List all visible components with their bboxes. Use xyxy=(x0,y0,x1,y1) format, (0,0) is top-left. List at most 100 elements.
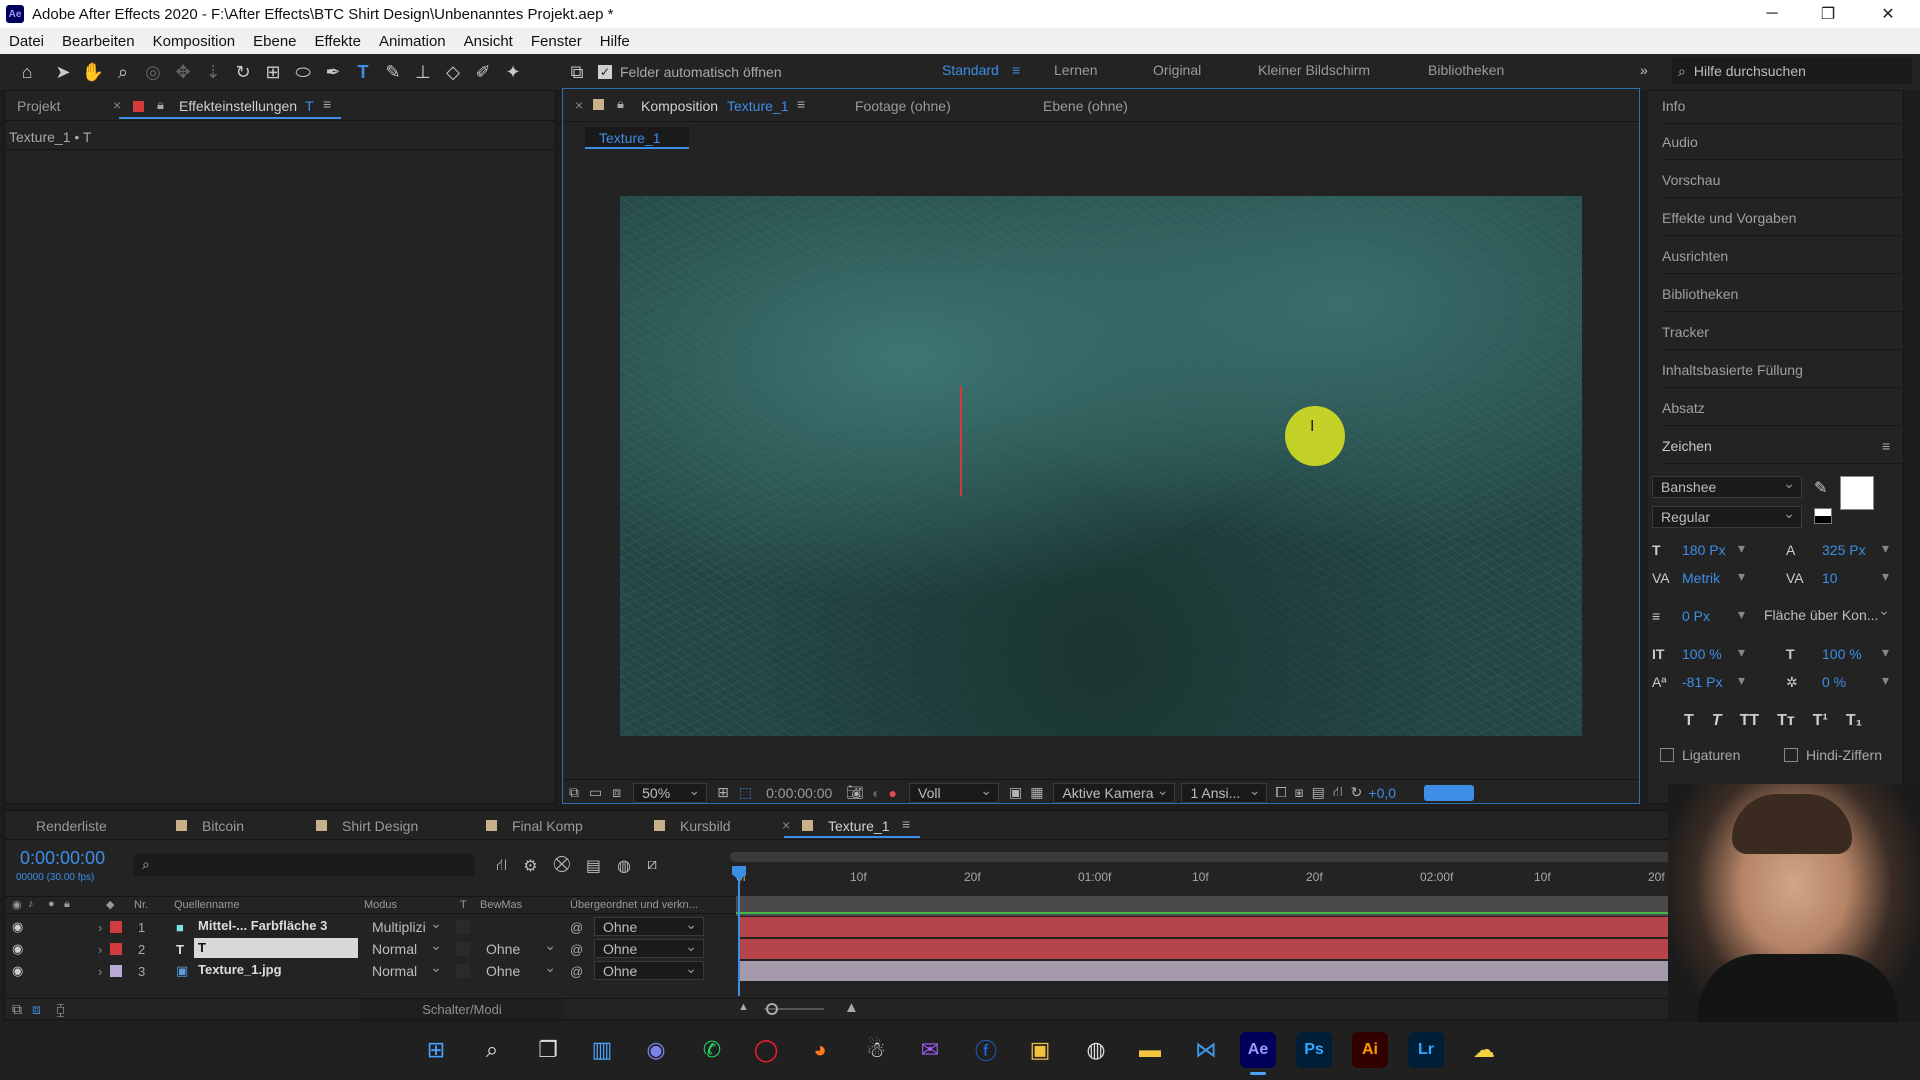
tab-renderliste[interactable]: Renderliste xyxy=(36,818,107,834)
windows-start-icon[interactable]: ⊞ xyxy=(416,1030,456,1070)
tracking-dropdown-icon[interactable]: ▾ xyxy=(1882,568,1889,585)
after-effects-icon[interactable]: Ae xyxy=(1240,1032,1276,1068)
vertical-scale-value[interactable]: 100 % xyxy=(1682,646,1722,662)
baseline-shift-value[interactable]: -81 Px xyxy=(1682,674,1722,690)
audio-column-icon[interactable]: ♪ xyxy=(28,898,34,910)
layer-row[interactable]: ◉ › 1 ■ Mittel-... Farbfläche 3 Multiplizi @ Oh… xyxy=(4,915,738,938)
visibility-eye-icon[interactable]: ◉ xyxy=(12,919,23,935)
preserve-transparency-toggle[interactable] xyxy=(456,942,470,956)
all-caps-button[interactable]: TT xyxy=(1740,712,1760,730)
tab-komposition[interactable]: Komposition xyxy=(641,98,718,114)
ellipse-tool-icon[interactable]: ⬭ xyxy=(288,57,318,87)
panel-bibliotheken[interactable]: Bibliotheken xyxy=(1662,276,1902,312)
expand-arrow-icon[interactable]: › xyxy=(98,920,102,935)
motion-blur-icon[interactable]: ◍ xyxy=(617,856,631,876)
layer-row[interactable]: ◉ › 3 ▣ Texture_1.jpg Normal Ohne @ Ohne xyxy=(4,959,738,982)
pan-camera-icon[interactable]: ✥ xyxy=(168,57,198,87)
timeline-search-input[interactable]: ⌕ xyxy=(134,854,474,876)
frame-blending-icon[interactable]: ▤ xyxy=(586,856,601,876)
shy-layers-icon[interactable]: ⛒ xyxy=(554,856,570,876)
restore-button[interactable]: ❐ xyxy=(1800,0,1856,28)
tab-ebene[interactable]: Ebene (ohne) xyxy=(1043,98,1128,114)
region-of-interest-icon[interactable]: ▣ xyxy=(1009,784,1022,801)
playhead[interactable] xyxy=(738,866,740,996)
stroke-width-dropdown-icon[interactable]: ▾ xyxy=(1738,606,1745,623)
timeline-timecode[interactable]: 0:00:00:00 xyxy=(20,848,105,869)
eraser-tool-icon[interactable]: ◇ xyxy=(438,57,468,87)
panel-vorschau[interactable]: Vorschau xyxy=(1662,162,1902,198)
zoom-tool-icon[interactable]: ⌕ xyxy=(108,57,138,87)
firefox-icon[interactable]: ◕ xyxy=(800,1030,840,1070)
layer-mode-dropdown[interactable]: Normal xyxy=(364,959,448,980)
parent-dropdown[interactable]: Ohne xyxy=(594,916,704,936)
snapping-icon[interactable]: ⧉ xyxy=(562,57,592,87)
help-search-input[interactable]: Hilfe durchsuchen xyxy=(1694,63,1806,79)
orbit-camera-icon[interactable]: ◎ xyxy=(138,57,168,87)
menu-bearbeiten[interactable]: Bearbeiten xyxy=(53,33,144,50)
subscript-button[interactable]: T₁ xyxy=(1846,712,1862,730)
vertical-scale-dropdown-icon[interactable]: ▾ xyxy=(1738,644,1745,661)
lock-icon[interactable]: 🔒︎ xyxy=(157,97,164,113)
lightroom-icon[interactable]: Lr xyxy=(1408,1032,1444,1068)
tab-texture-1[interactable]: Texture_1 xyxy=(828,818,889,834)
workspace-original[interactable]: Original xyxy=(1153,62,1201,78)
layer-name[interactable]: Texture_1.jpg xyxy=(194,960,358,980)
menu-hilfe[interactable]: Hilfe xyxy=(591,33,639,50)
menu-datei[interactable]: Datei xyxy=(0,33,53,50)
search-icon[interactable]: ⌕ xyxy=(472,1030,512,1070)
menu-komposition[interactable]: Komposition xyxy=(144,33,245,50)
rotate-tool-icon[interactable]: ↻ xyxy=(228,57,258,87)
monitor-icon[interactable]: ▭ xyxy=(589,784,602,801)
always-preview-icon[interactable]: ⧉ xyxy=(569,784,579,801)
stroke-mode-dropdown[interactable]: Fläche über Kon... xyxy=(1756,602,1896,626)
selection-tool-icon[interactable]: ➤ xyxy=(48,57,78,87)
comp-flowchart-icon[interactable]: ⛙ xyxy=(496,856,507,876)
visibility-eye-icon[interactable]: ◉ xyxy=(12,963,23,979)
track-matte-dropdown[interactable]: Ohne xyxy=(478,959,562,980)
toggle-switches-modes[interactable]: Schalter/Modi xyxy=(360,999,564,1019)
menu-fenster[interactable]: Fenster xyxy=(522,33,591,50)
channel-icon[interactable]: ● xyxy=(889,785,897,801)
zoom-out-icon[interactable]: ▲ xyxy=(738,1001,749,1013)
leading-value[interactable]: 325 Px xyxy=(1822,542,1866,558)
panel-zeichen[interactable]: Zeichen ≡ xyxy=(1662,428,1902,464)
draft-3d-icon[interactable]: ⚙ xyxy=(523,856,537,876)
snapshot-icon[interactable]: 📷︎ xyxy=(846,784,864,801)
pickwhip-icon[interactable]: @ xyxy=(570,964,583,979)
tab-final-komp[interactable]: Final Komp xyxy=(512,818,583,834)
illustrator-icon[interactable]: Ai xyxy=(1352,1032,1388,1068)
hand-tool-icon[interactable]: ✋ xyxy=(78,57,108,87)
menu-ebene[interactable]: Ebene xyxy=(244,33,305,50)
panel-absatz[interactable]: Absatz xyxy=(1662,390,1902,426)
font-size-dropdown-icon[interactable]: ▾ xyxy=(1738,540,1745,557)
layer-label-color[interactable] xyxy=(110,921,122,933)
horizontal-scale-value[interactable]: 100 % xyxy=(1822,646,1862,662)
transparency-grid-icon[interactable]: ▦ xyxy=(1030,784,1043,801)
layer-name[interactable]: T xyxy=(194,938,358,958)
views-dropdown[interactable]: 1 Ansi... xyxy=(1181,782,1268,803)
teams-chat-icon[interactable]: ◉ xyxy=(636,1030,676,1070)
composition-viewer[interactable]: I xyxy=(620,196,1582,736)
type-tool-icon[interactable]: T xyxy=(348,57,378,87)
layer-name[interactable]: Mittel-... Farbfläche 3 xyxy=(194,916,358,936)
superscript-button[interactable]: T¹ xyxy=(1813,712,1828,730)
toggle-pixel-icon[interactable]: ⧠ xyxy=(1275,784,1286,801)
expand-arrow-icon[interactable]: › xyxy=(98,942,102,957)
hindi-digits-checkbox[interactable] xyxy=(1784,748,1798,762)
widgets-icon[interactable]: ▥ xyxy=(582,1030,622,1070)
close-tab-icon[interactable]: × xyxy=(113,97,121,113)
baseline-dropdown-icon[interactable]: ▾ xyxy=(1738,672,1745,689)
track-matte-dropdown[interactable]: Ohne xyxy=(478,937,562,958)
frame-render-icon[interactable]: ⧮ xyxy=(56,1001,65,1018)
kerning-dropdown-icon[interactable]: ▾ xyxy=(1738,568,1745,585)
preserve-transparency-toggle[interactable] xyxy=(456,964,470,978)
small-caps-button[interactable]: Tт xyxy=(1777,712,1795,730)
layer-label-color[interactable] xyxy=(110,965,122,977)
obs-icon[interactable]: ◍ xyxy=(1076,1030,1116,1070)
panel-info[interactable]: Info xyxy=(1662,88,1902,124)
zoom-slider-handle[interactable] xyxy=(766,1003,778,1015)
eye-column-icon[interactable]: ◉ xyxy=(12,898,22,911)
pan-behind-tool-icon[interactable]: ⊞ xyxy=(258,57,288,87)
timeline-icon[interactable]: ▤ xyxy=(1312,784,1325,801)
viewer-timecode[interactable]: 0:00:00:00 xyxy=(766,785,832,801)
